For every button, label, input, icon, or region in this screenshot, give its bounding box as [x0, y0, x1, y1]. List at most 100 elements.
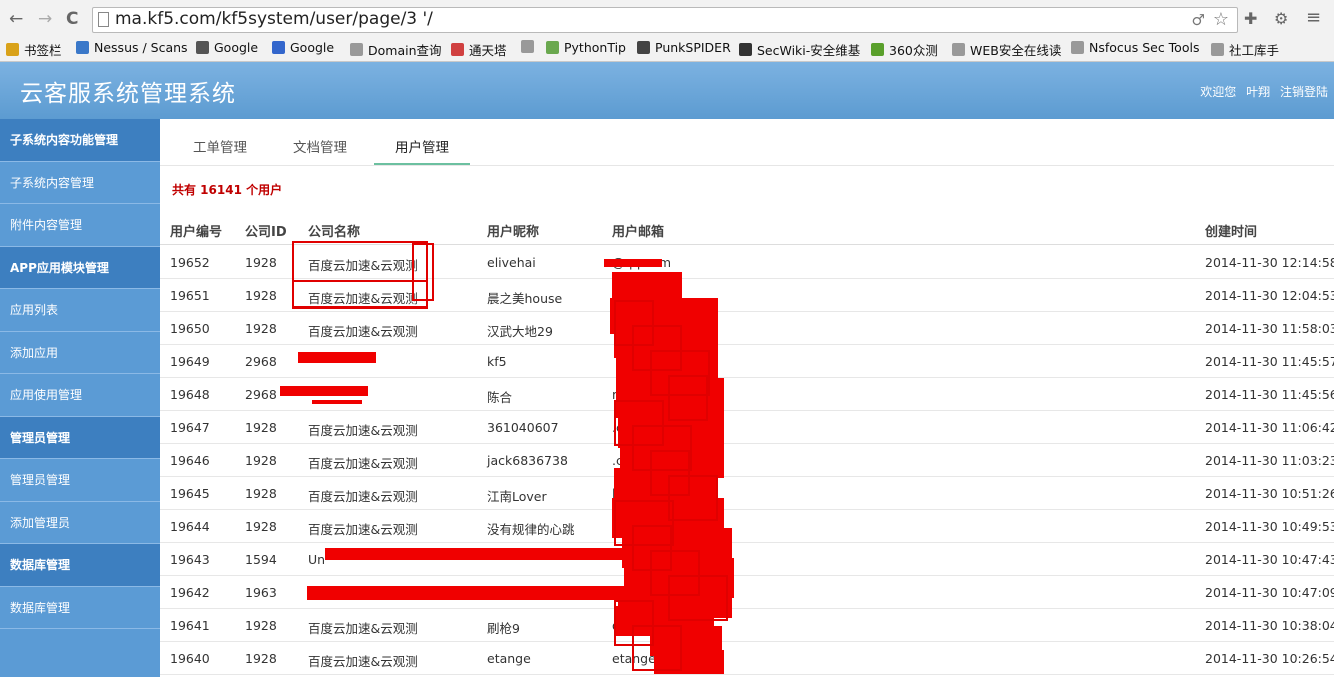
- google-plus-icon: [272, 41, 285, 54]
- tab-docs[interactable]: 文档管理: [274, 128, 366, 166]
- sidebar-item[interactable]: 添加管理员: [0, 502, 160, 544]
- bookmark-label: 通天塔: [469, 43, 507, 58]
- key-icon[interactable]: ♂: [1192, 11, 1205, 29]
- bookmark-item[interactable]: PythonTip: [546, 40, 626, 55]
- redaction-box: [668, 375, 708, 421]
- sidebar-item[interactable]: 应用使用管理: [0, 374, 160, 417]
- bookmark-item[interactable]: 通天塔: [451, 40, 507, 59]
- sidebar-item[interactable]: 添加应用: [0, 332, 160, 374]
- bookmark-label: PythonTip: [564, 40, 626, 55]
- bookmark-label: WEB安全在线读: [970, 43, 1062, 58]
- back-icon[interactable]: ←: [9, 9, 23, 29]
- cell-company-id: 1928: [245, 519, 277, 534]
- sidebar-group-header[interactable]: 子系统内容功能管理: [0, 119, 160, 162]
- cell-created: 2014-11-30 12:04:53: [1205, 288, 1334, 303]
- sidebar-item[interactable]: 管理员管理: [0, 459, 160, 502]
- table-row[interactable]: 19640 1928 百度云加速&云观测 etange etange .com 2014-…: [160, 642, 1334, 675]
- bookmark-item[interactable]: WEB安全在线读: [952, 40, 1061, 59]
- bookmark-label: Google: [290, 40, 335, 55]
- redaction-mark: [604, 259, 662, 267]
- table-row[interactable]: 196451928百度云加速&云观测江南Loverl.com2014-11-30…: [160, 477, 1334, 510]
- bookmark-label: Domain查询: [368, 43, 442, 58]
- bookmark-label: Google: [214, 40, 259, 55]
- cell-created: 2014-11-30 11:45:57: [1205, 354, 1334, 369]
- logout-link[interactable]: 注销登陆: [1280, 85, 1328, 99]
- bookmark-item[interactable]: 360众测: [871, 40, 938, 59]
- sidebar-item[interactable]: 数据库管理: [0, 587, 160, 629]
- translate-icon[interactable]: ⚙: [1274, 9, 1288, 28]
- redaction-mark: [312, 400, 362, 404]
- sidebar-item[interactable]: 子系统内容管理: [0, 162, 160, 204]
- redaction-box: [668, 475, 718, 521]
- welcome-text: 欢迎您: [1200, 85, 1237, 99]
- cell-company-name: 百度云加速&云观测: [308, 489, 418, 504]
- cell-company-id: 1928: [245, 420, 277, 435]
- bookmark-item[interactable]: [521, 40, 539, 53]
- cell-nickname: 晨之美house: [487, 291, 563, 306]
- bookmark-item[interactable]: Nessus / Scans: [76, 40, 188, 55]
- sidebar-item[interactable]: 应用列表: [0, 289, 160, 332]
- cell-company-id: 1928: [245, 651, 277, 666]
- folder-icon: [6, 43, 19, 56]
- bookmark-item[interactable]: PunkSPIDER: [637, 40, 731, 55]
- cell-company-id: 1928: [245, 453, 277, 468]
- cell-created: 2014-11-30 11:06:42: [1205, 420, 1334, 435]
- table-row[interactable]: 196501928百度云加速&云观测汉武大地29.com2014-11-30 1…: [160, 312, 1334, 345]
- cell-company-id: 2968: [245, 387, 277, 402]
- tab-users[interactable]: 用户管理: [374, 128, 470, 166]
- col-nickname: 用户昵称: [487, 225, 540, 240]
- reload-icon[interactable]: C: [66, 9, 78, 29]
- cell-created: 2014-11-30 10:51:26: [1205, 486, 1334, 501]
- col-created: 创建时间: [1205, 225, 1258, 240]
- bookmark-item[interactable]: 社工库手: [1211, 40, 1279, 59]
- cell-company-name: 百度云加速&云观测: [308, 522, 418, 537]
- bookmark-item[interactable]: SecWiki-安全维基: [739, 40, 860, 59]
- table-row[interactable]: 196471928百度云加速&云观测361040607.com2014-11-3…: [160, 411, 1334, 444]
- sidebar-group-header[interactable]: 数据库管理: [0, 544, 160, 587]
- bookmark-item[interactable]: Domain查询: [350, 40, 442, 59]
- cell-created: 2014-11-30 12:14:58: [1205, 255, 1334, 270]
- redaction-mark: [325, 548, 630, 560]
- user-name-link[interactable]: 叶翔: [1246, 85, 1270, 99]
- bookmark-item[interactable]: Google: [272, 40, 334, 55]
- sidebar-item[interactable]: 附件内容管理: [0, 204, 160, 247]
- sidebar-group-header[interactable]: 管理员管理: [0, 416, 160, 459]
- address-bar[interactable]: ma.kf5.com/kf5system/user/page/3 '/ ♂ ☆: [92, 7, 1238, 33]
- cell-user-id: 19652: [170, 255, 210, 270]
- cell-user-id: 19642: [170, 585, 210, 600]
- bookmark-item[interactable]: Nsfocus Sec Tools: [1071, 40, 1199, 55]
- cell-created: 2014-11-30 10:47:09: [1205, 585, 1334, 600]
- col-user-id: 用户编号: [170, 225, 223, 240]
- cell-user-id: 19646: [170, 453, 210, 468]
- bookmark-item[interactable]: 书签栏: [6, 40, 62, 59]
- cell-nickname: etange: [487, 651, 531, 666]
- tab-ticket[interactable]: 工单管理: [174, 128, 266, 166]
- cell-company-name: 百度云加速&云观测: [308, 654, 418, 669]
- bookmark-item[interactable]: Google: [196, 40, 258, 55]
- page-icon: [952, 43, 965, 56]
- sidebar: 子系统内容功能管理 子系统内容管理 附件内容管理 APP应用模块管理 应用列表 添加应用应…: [0, 119, 160, 677]
- table-row[interactable]: 196461928百度云加速&云观测jack6836738.com2014-11…: [160, 444, 1334, 477]
- bookmarks-bar: 书签栏 Nessus / Scans Google Google Domain查询 通天塔…: [0, 37, 1334, 61]
- cell-user-id: 19644: [170, 519, 210, 534]
- col-company-name: 公司名称: [308, 225, 361, 240]
- cell-company-name: 百度云加速&云观测: [308, 456, 418, 471]
- menu-icon[interactable]: ≡: [1306, 7, 1321, 28]
- browser-chrome: ← → C ma.kf5.com/kf5system/user/page/3 '…: [0, 0, 1334, 62]
- cell-company-name: 百度云加速&云观测: [308, 621, 418, 636]
- address-bar-url[interactable]: ma.kf5.com/kf5system/user/page/3 '/: [115, 9, 433, 29]
- sidebar-group-header[interactable]: APP应用模块管理: [0, 246, 160, 289]
- page-icon: [1211, 43, 1224, 56]
- table-row[interactable]: 196441928百度云加速&云观测没有规律的心跳.com2014-11-30 …: [160, 510, 1334, 543]
- forward-icon[interactable]: →: [38, 9, 52, 29]
- cell-created: 2014-11-30 11:45:56: [1205, 387, 1334, 402]
- redaction-mark: [298, 352, 376, 363]
- star-icon[interactable]: ☆: [1213, 9, 1229, 30]
- highlight-box: [292, 280, 428, 308]
- redaction-box: [632, 625, 682, 671]
- puzzle-icon[interactable]: ✚: [1244, 9, 1257, 28]
- table-row[interactable]: 196411928百度云加速&云观测刷枪9om2014-11-30 10:38:…: [160, 609, 1334, 642]
- cell-nickname: 361040607: [487, 420, 559, 435]
- page-icon: [98, 12, 109, 27]
- redaction-box: [668, 575, 728, 621]
